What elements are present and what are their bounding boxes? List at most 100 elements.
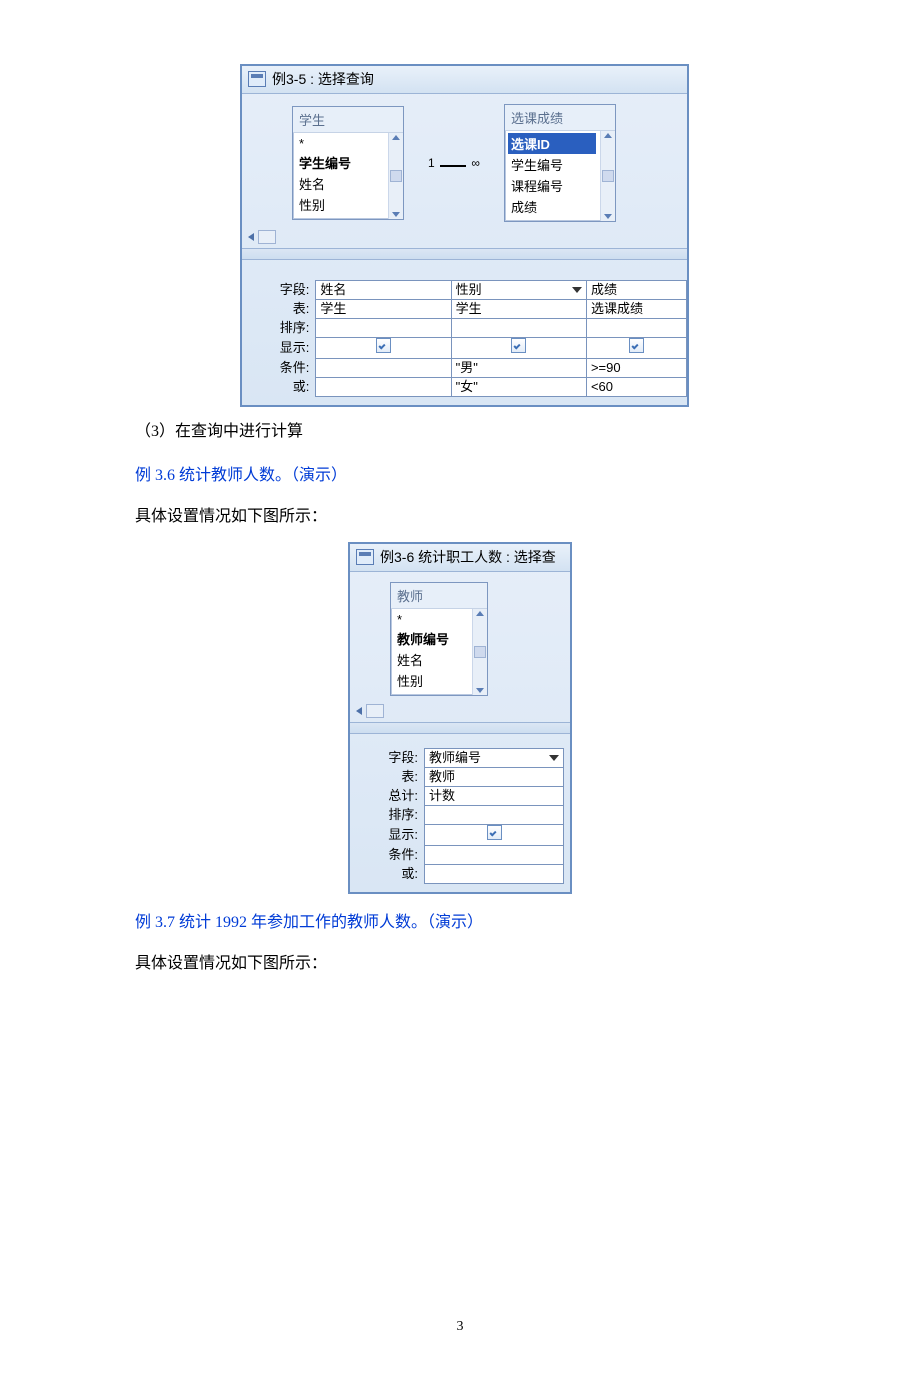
row-label-show: 显示: xyxy=(360,825,425,846)
show-checkbox[interactable] xyxy=(511,338,526,353)
paragraph: （3）在查询中进行计算 xyxy=(135,417,785,447)
scroll-down-icon[interactable] xyxy=(392,212,400,217)
scrollbar-horizontal[interactable] xyxy=(350,702,570,722)
window-title-bar: 例3-5 : 选择查询 xyxy=(242,66,687,94)
row-label-table: 表: xyxy=(360,768,425,787)
field-item[interactable]: 学生编号 xyxy=(299,152,384,173)
scrollbar-vertical[interactable] xyxy=(388,133,403,219)
window-title: 例3-5 : 选择查询 xyxy=(272,69,374,89)
field-item[interactable]: 选课ID xyxy=(508,133,596,154)
table-box-teacher[interactable]: 教师 * 教师编号 姓名 性别 xyxy=(390,582,488,696)
grid-cell[interactable]: 选课成绩 xyxy=(586,300,686,319)
dropdown-arrow-icon[interactable] xyxy=(572,287,582,293)
scroll-left-icon[interactable] xyxy=(356,707,362,715)
scroll-thumb[interactable] xyxy=(366,704,384,718)
scroll-down-icon[interactable] xyxy=(476,688,484,693)
window-title-bar: 例3-6 统计职工人数 : 选择查 xyxy=(350,544,570,572)
grid-cell[interactable] xyxy=(425,825,564,846)
row-label-criteria: 条件: xyxy=(360,846,425,865)
row-label-criteria: 条件: xyxy=(252,359,316,378)
scroll-left-icon[interactable] xyxy=(248,233,254,241)
grid-cell[interactable] xyxy=(586,319,686,338)
grid-cell[interactable]: 教师 xyxy=(425,768,564,787)
row-label-show: 显示: xyxy=(252,338,316,359)
grid-cell[interactable]: "女" xyxy=(451,378,586,397)
row-label-field: 字段: xyxy=(252,281,316,300)
grid-cell[interactable]: 成绩 xyxy=(586,281,686,300)
window-title: 例3-6 统计职工人数 : 选择查 xyxy=(380,547,556,567)
example-heading: 例 3.6 统计教师人数。（演示） xyxy=(135,461,785,491)
show-checkbox[interactable] xyxy=(487,825,502,840)
scroll-up-icon[interactable] xyxy=(604,133,612,138)
paragraph: 具体设置情况如下图所示： xyxy=(135,949,785,979)
figure-3-5: 例3-5 : 选择查询 学生 * 学生编号 姓名 性别 xyxy=(135,64,785,407)
grid-cell[interactable] xyxy=(316,319,451,338)
field-list[interactable]: * 学生编号 姓名 性别 xyxy=(293,133,388,219)
field-item[interactable]: 教师编号 xyxy=(397,628,468,649)
field-item[interactable]: 成绩 xyxy=(511,196,596,217)
example-heading: 例 3.7 统计 1992 年参加工作的教师人数。（演示） xyxy=(135,908,785,938)
grid-cell[interactable]: 计数 xyxy=(425,787,564,806)
row-label-field: 字段: xyxy=(360,749,425,768)
grid-cell[interactable]: 学生 xyxy=(451,300,586,319)
grid-cell[interactable]: >=90 xyxy=(586,359,686,378)
field-item[interactable]: 课程编号 xyxy=(511,175,596,196)
field-item[interactable]: 学生编号 xyxy=(511,154,596,175)
field-item[interactable]: * xyxy=(299,135,384,152)
grid-cell[interactable] xyxy=(425,846,564,865)
table-title: 教师 xyxy=(391,583,487,609)
row-label-sort: 排序: xyxy=(360,806,425,825)
scrollbar-horizontal[interactable] xyxy=(242,228,687,248)
scroll-thumb[interactable] xyxy=(258,230,276,244)
grid-cell[interactable] xyxy=(451,338,586,359)
table-title: 学生 xyxy=(293,107,403,133)
field-list[interactable]: 选课ID 学生编号 课程编号 成绩 xyxy=(505,131,600,221)
field-item[interactable]: 姓名 xyxy=(299,173,384,194)
field-item[interactable]: 姓名 xyxy=(397,649,468,670)
field-item[interactable]: 性别 xyxy=(299,194,384,215)
grid-cell-value: 教师编号 xyxy=(429,749,481,767)
dropdown-arrow-icon[interactable] xyxy=(549,755,559,761)
grid-cell-value: 性别 xyxy=(456,281,482,299)
grid-cell[interactable] xyxy=(316,338,451,359)
grid-cell[interactable] xyxy=(425,865,564,884)
table-box-course[interactable]: 选课成绩 选课ID 学生编号 课程编号 成绩 xyxy=(504,104,616,222)
paragraph: 具体设置情况如下图所示： xyxy=(135,502,785,532)
show-checkbox[interactable] xyxy=(376,338,391,353)
grid-cell[interactable]: 学生 xyxy=(316,300,451,319)
scroll-thumb[interactable] xyxy=(602,170,614,182)
grid-cell[interactable]: 教师编号 xyxy=(425,749,564,768)
show-checkbox[interactable] xyxy=(629,338,644,353)
scroll-up-icon[interactable] xyxy=(392,135,400,140)
page-number: 3 xyxy=(135,1319,785,1335)
scrollbar-vertical[interactable] xyxy=(600,131,615,221)
query-icon xyxy=(356,549,374,565)
grid-cell[interactable] xyxy=(316,359,451,378)
relation-left: 1 xyxy=(428,156,435,170)
design-grid: 字段: 姓名 性别 成绩 表: 学生 学生 xyxy=(242,260,687,405)
relationship-pane: 学生 * 学生编号 姓名 性别 xyxy=(242,94,687,228)
scroll-down-icon[interactable] xyxy=(604,214,612,219)
scroll-thumb[interactable] xyxy=(390,170,402,182)
grid-cell[interactable] xyxy=(451,319,586,338)
grid-cell[interactable] xyxy=(586,338,686,359)
scroll-up-icon[interactable] xyxy=(476,611,484,616)
field-list[interactable]: * 教师编号 姓名 性别 xyxy=(391,609,472,695)
field-item[interactable]: 性别 xyxy=(397,670,468,691)
table-box-student[interactable]: 学生 * 学生编号 姓名 性别 xyxy=(292,106,404,220)
scroll-thumb[interactable] xyxy=(474,646,486,658)
grid-cell[interactable] xyxy=(425,806,564,825)
field-item[interactable]: * xyxy=(397,611,468,628)
grid-cell[interactable] xyxy=(316,378,451,397)
grid-cell[interactable]: 性别 xyxy=(451,281,586,300)
grid-cell[interactable]: "男" xyxy=(451,359,586,378)
relationship-pane: 教师 * 教师编号 姓名 性别 xyxy=(350,572,570,702)
scrollbar-vertical[interactable] xyxy=(472,609,487,695)
row-label-total: 总计: xyxy=(360,787,425,806)
splitter[interactable] xyxy=(350,722,570,734)
splitter[interactable] xyxy=(242,248,687,260)
grid-cell[interactable]: 姓名 xyxy=(316,281,451,300)
grid-cell[interactable]: <60 xyxy=(586,378,686,397)
row-label-or: 或: xyxy=(360,865,425,884)
relationship-line: 1 ∞ xyxy=(428,156,480,170)
